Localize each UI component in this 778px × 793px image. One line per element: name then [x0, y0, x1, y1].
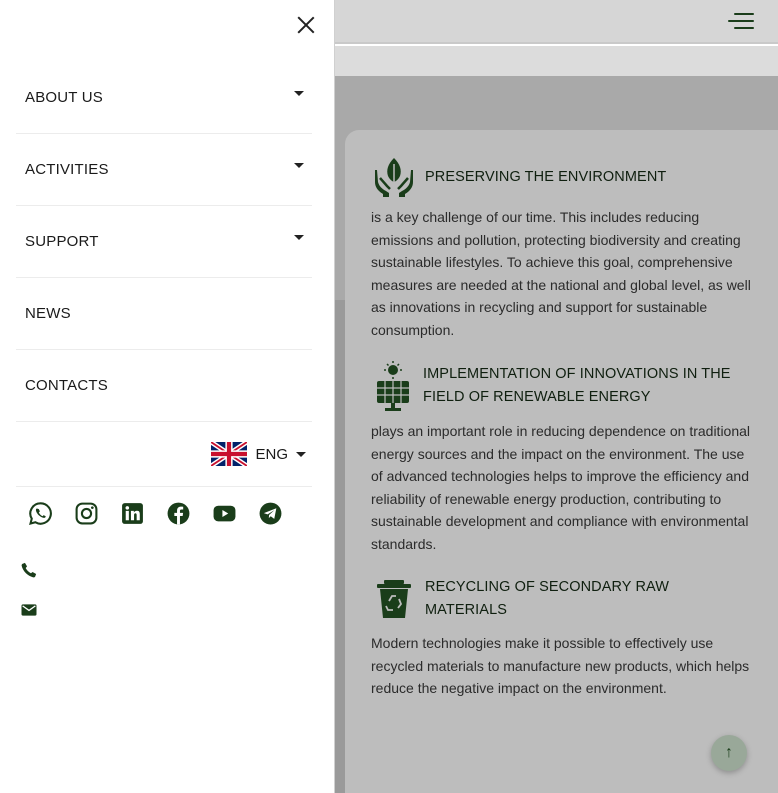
uk-flag-icon [211, 442, 248, 466]
drawer-menu: ABOUT US ACTIVITIES SUPPORT NEWS CONTACT… [16, 62, 312, 422]
block-title: IMPLEMENTATION OF INNOVATIONS IN THE FIE… [423, 366, 731, 405]
block-text: Modern technologies make it possible to … [371, 635, 750, 696]
facebook-icon[interactable] [166, 501, 191, 526]
hamburger-icon[interactable] [726, 12, 754, 32]
phone-icon[interactable] [20, 561, 38, 579]
language-code: ENG [255, 445, 288, 463]
whatsapp-icon[interactable] [28, 501, 53, 526]
recycle-bin-icon [377, 580, 411, 618]
linkedin-icon[interactable] [120, 501, 145, 526]
arrow-up-icon: ↑ [725, 744, 733, 761]
language-selector[interactable]: ENG [16, 422, 312, 487]
chevron-down-icon [294, 163, 304, 168]
hands-leaf-icon [375, 158, 413, 197]
youtube-icon[interactable] [212, 501, 237, 526]
block-title: RECYCLING OF SECONDARY RAW MATERIALS [425, 579, 670, 618]
instagram-icon[interactable] [74, 501, 99, 526]
menu-item-activities[interactable]: ACTIVITIES [16, 134, 312, 206]
block-text: is a key challenge of our time. This inc… [371, 209, 751, 338]
menu-item-about-us[interactable]: ABOUT US [16, 62, 312, 134]
chevron-down-icon [294, 91, 304, 96]
content-block-recycling: RECYCLING OF SECONDARY RAW MATERIALS Mod… [371, 576, 751, 700]
social-links [28, 501, 283, 526]
menu-item-news[interactable]: NEWS [16, 278, 312, 350]
menu-item-label: CONTACTS [25, 377, 108, 394]
solar-panel-icon [377, 361, 409, 411]
block-title: PRESERVING THE ENVIRONMENT [425, 168, 667, 185]
email-icon[interactable] [20, 601, 38, 619]
menu-item-contacts[interactable]: CONTACTS [16, 350, 312, 422]
menu-item-label: ACTIVITIES [25, 161, 109, 178]
telegram-icon[interactable] [258, 501, 283, 526]
block-text: plays an important role in reducing depe… [371, 423, 751, 552]
content-block-environment: PRESERVING THE ENVIRONMENT is a key chal… [371, 156, 751, 341]
menu-item-label: NEWS [25, 305, 71, 322]
scroll-to-top-button[interactable]: ↑ [711, 735, 747, 771]
chevron-down-icon [296, 451, 306, 457]
navigation-drawer: ABOUT US ACTIVITIES SUPPORT NEWS CONTACT… [0, 0, 335, 793]
close-icon[interactable] [293, 12, 319, 38]
menu-item-label: SUPPORT [25, 233, 99, 250]
content-block-renewable: IMPLEMENTATION OF INNOVATIONS IN THE FIE… [371, 360, 751, 555]
menu-item-label: ABOUT US [25, 89, 104, 106]
chevron-down-icon [294, 235, 304, 240]
menu-item-support[interactable]: SUPPORT [16, 206, 312, 278]
